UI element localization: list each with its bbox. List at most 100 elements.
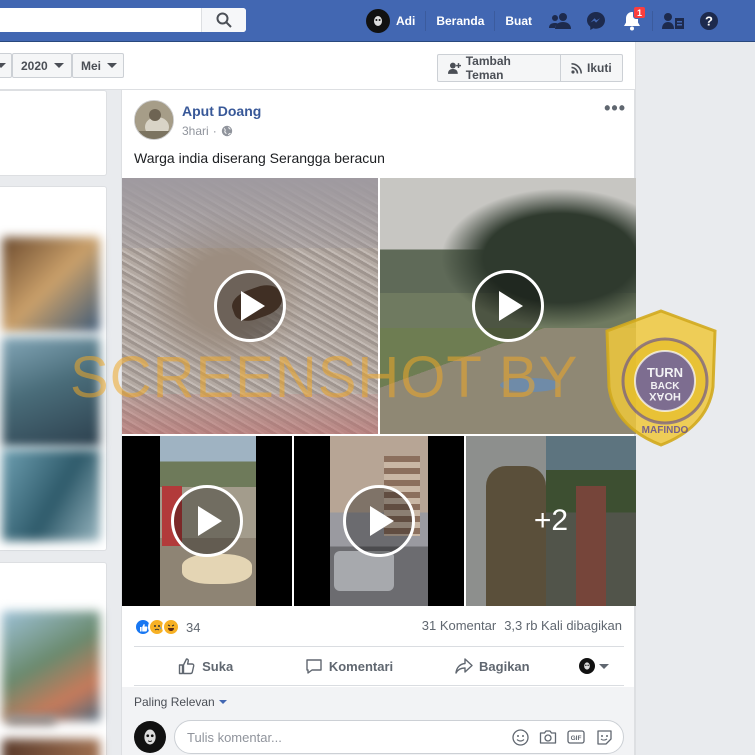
play-icon [499,291,523,321]
photo-button[interactable] [539,728,557,746]
smiley-icon [511,728,529,746]
search-box[interactable] [0,8,246,32]
commenter-avatar [134,721,166,753]
user-name: Adi [396,14,416,28]
comment-icon [306,659,322,674]
camera-icon [539,730,557,744]
gif-icon: GIF [567,730,585,744]
play-icon [198,506,222,536]
comment-input[interactable] [187,721,507,753]
video-thumbnail[interactable] [122,436,292,606]
person-shape [182,554,252,584]
gif-button[interactable]: GIF [567,728,585,746]
like-button[interactable]: Suka [134,657,277,675]
help-icon: ? [700,12,719,30]
feed-post: Aput Doang 3hari · ••• Warga india diser… [121,90,636,755]
play-button[interactable] [171,485,243,557]
play-button[interactable] [472,270,544,342]
nav-divider [652,11,654,31]
svg-text:TURN: TURN [647,365,683,380]
year-select[interactable]: 2020 [12,53,72,78]
add-friend-label: Tambah Teman [465,54,511,82]
more-icon: ••• [604,98,626,118]
top-navigation-bar: Adi Beranda Buat 1 ? [0,0,755,42]
find-friends-icon [662,13,685,29]
chevron-down-icon [598,663,609,669]
find-friends-button[interactable] [655,0,691,42]
post-author-avatar[interactable] [134,100,174,140]
intro-card [0,90,107,176]
post-as-selector[interactable] [564,658,624,674]
user-avatar [366,9,390,33]
video-thumbnail[interactable] [294,436,464,606]
friend-label-blur [6,715,56,725]
share-button[interactable]: Bagikan [421,657,564,675]
home-link[interactable]: Beranda [426,11,496,31]
media-blur-top [122,178,378,248]
reaction-summary[interactable]: 34 [134,618,200,636]
like-label: Suka [202,658,234,674]
day-select[interactable] [0,53,12,78]
month-value: Mei [81,58,102,73]
search-button[interactable] [201,8,246,32]
friend-requests-button[interactable] [542,0,578,42]
share-count[interactable]: 3,3 rb Kali dibagikan [504,618,622,633]
svg-text:MAFINDO: MAFINDO [642,425,689,436]
messenger-icon [587,12,606,30]
play-icon [241,291,265,321]
friends-icon [549,13,572,29]
follow-button[interactable]: Ikuti [560,54,623,82]
dot-separator: · [212,124,217,138]
chevron-down-icon [218,700,227,704]
play-icon [370,506,394,536]
post-author-name[interactable]: Aput Doang [182,103,261,119]
photo-thumbnail[interactable] [2,449,100,541]
svg-text:GIF: GIF [571,735,582,742]
search-icon [216,12,232,28]
friend-thumbnail[interactable] [2,739,100,755]
globe-icon [221,125,232,137]
comment-sort-label: Paling Relevan [134,695,215,709]
chevron-down-icon [107,63,118,68]
year-value: 2020 [21,58,48,73]
share-label: Bagikan [479,658,530,674]
svg-text:HOAX: HOAX [648,390,680,402]
turnbackhoax-badge: TURN BACK HOAX MAFINDO [603,309,719,447]
thumbs-up-icon [178,658,195,675]
emoji-button[interactable] [511,728,529,746]
haha-reaction-icon [162,618,180,636]
video-thumbnail[interactable]: +2 [466,436,636,606]
help-button[interactable]: ? [691,0,727,42]
post-stats: 31 Komentar 3,3 rb Kali dibagikan [422,618,622,633]
chevron-down-icon [53,63,64,68]
add-friend-button[interactable]: Tambah Teman [437,54,561,82]
play-button[interactable] [343,485,415,557]
sticker-icon [596,729,612,745]
post-action-bar: Suka Komentari Bagikan [134,646,624,686]
share-icon [455,658,473,674]
photo-thumbnail[interactable] [2,237,100,332]
comment-tools: GIF [511,728,613,746]
svg-text:?: ? [705,14,713,29]
comment-button[interactable]: Komentari [277,657,420,675]
month-select[interactable]: Mei [72,53,124,78]
create-link[interactable]: Buat [495,11,542,31]
notifications-button[interactable]: 1 [614,0,650,42]
messenger-button[interactable] [578,0,614,42]
more-media-overlay[interactable]: +2 [466,436,636,606]
post-time-text[interactable]: 3hari [182,124,209,138]
selector-avatar [578,658,595,674]
rss-icon [571,62,582,74]
friend-thumbnail[interactable] [2,611,100,721]
post-options-button[interactable]: ••• [604,98,626,119]
play-button[interactable] [214,270,286,342]
follow-label: Ikuti [587,61,612,75]
comment-count[interactable]: 31 Komentar [422,618,496,633]
comment-composer[interactable]: GIF [174,720,624,754]
sticker-button[interactable] [595,728,613,746]
add-friend-icon [448,62,461,74]
comment-sort-dropdown[interactable]: Paling Relevan [134,695,227,709]
profile-link[interactable]: Adi [366,9,427,33]
chevron-down-icon [0,63,6,68]
notification-badge: 1 [633,6,647,19]
